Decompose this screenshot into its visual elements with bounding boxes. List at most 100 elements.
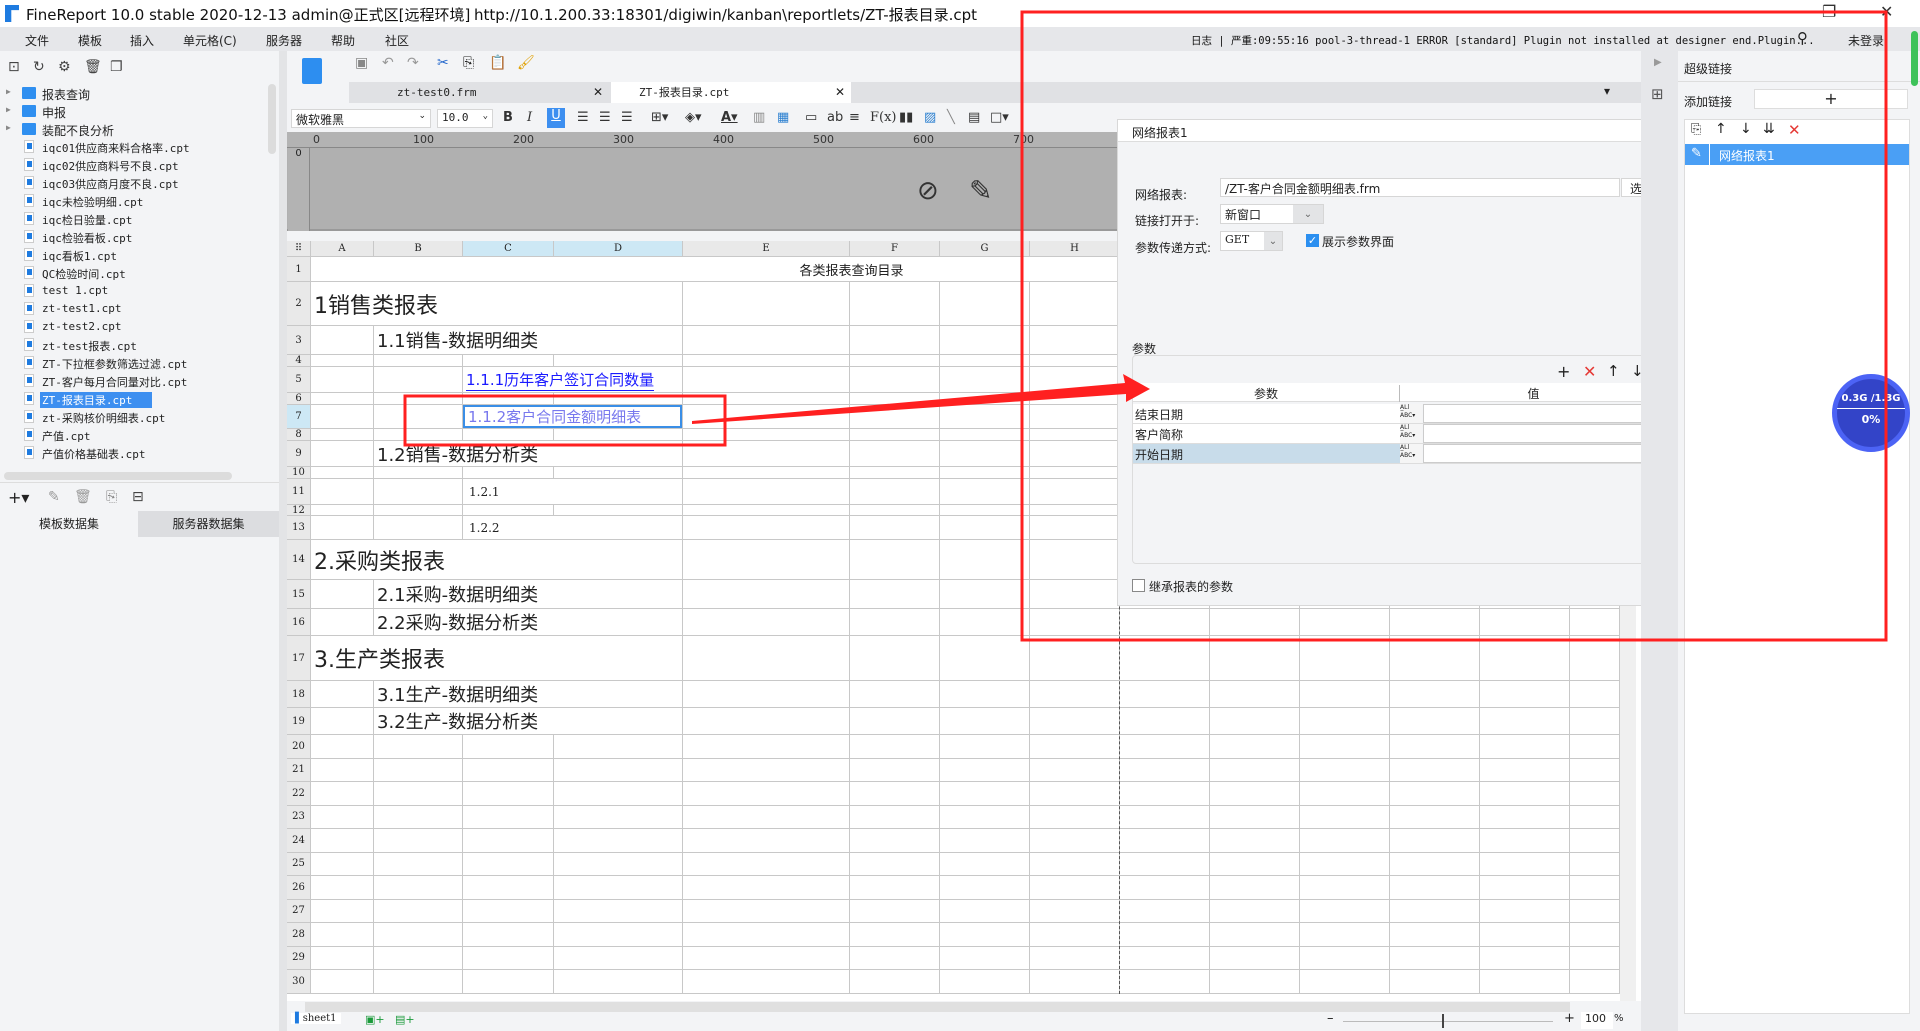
zoom-input[interactable]: 100 xyxy=(1581,1012,1613,1029)
copy-link-icon[interactable]: ⎘ xyxy=(1691,122,1701,137)
row-header[interactable]: 16 xyxy=(287,609,311,636)
column-header[interactable]: A xyxy=(311,241,374,257)
move-up-icon[interactable]: ↑ xyxy=(1715,121,1727,137)
zoom-slider-handle[interactable] xyxy=(1442,1014,1444,1028)
tree-item[interactable]: ZT-下拉框参数筛选过滤.cpt xyxy=(0,354,268,372)
zoom-slider[interactable] xyxy=(1343,1021,1553,1022)
tree-item[interactable]: iqc检验看板.cpt xyxy=(0,228,268,246)
report-cell[interactable]: 2.2采购-数据分析类 xyxy=(374,609,682,635)
zoom-out-button[interactable]: – xyxy=(1327,1011,1334,1026)
report-cell[interactable]: 3.生产类报表 xyxy=(311,636,682,680)
row-header[interactable]: 6 xyxy=(287,393,311,405)
row-header[interactable]: 25 xyxy=(287,852,311,876)
report-cell[interactable]: 1.1销售-数据明细类 xyxy=(374,326,682,354)
report-cell[interactable]: 1销售类报表 xyxy=(311,282,682,325)
edit-pencil-icon[interactable]: ✎ xyxy=(969,174,992,207)
delete-icon[interactable]: 🗑 xyxy=(84,59,102,75)
close-tab-icon[interactable]: ✕ xyxy=(835,82,845,103)
copy-icon[interactable]: ❐ xyxy=(110,59,123,75)
row-header[interactable]: 8 xyxy=(287,429,311,441)
slash-icon[interactable]: ╲ xyxy=(947,110,955,125)
text-field-icon[interactable]: ▭ xyxy=(805,110,817,125)
row-header[interactable]: 26 xyxy=(287,876,311,900)
add-param-icon[interactable]: + xyxy=(1557,362,1570,381)
param-type-icon[interactable]: A̲Ll ABC▾ xyxy=(1400,404,1422,423)
report-cell[interactable]: 3.1生产-数据明细类 xyxy=(374,681,682,707)
row-header[interactable]: 29 xyxy=(287,946,311,970)
hyperlink-item[interactable]: ✎ 网络报表1 xyxy=(1685,144,1909,165)
hyperlink-cell[interactable]: 1.1.2客户合同金额明细表 xyxy=(463,405,682,428)
menu-template[interactable]: 模板 xyxy=(78,32,102,49)
rich-text-icon[interactable]: ≡ xyxy=(849,110,860,125)
login-status[interactable]: 未登录 xyxy=(1848,32,1884,49)
row-header[interactable]: 30 xyxy=(287,970,311,994)
server-dataset-icon[interactable]: ⊟ xyxy=(132,489,144,505)
zoom-in-button[interactable]: + xyxy=(1564,1011,1575,1026)
tree-item[interactable]: ▶ 申报 xyxy=(0,102,268,120)
tree-item[interactable]: 产值价格基础表.cpt xyxy=(0,444,268,462)
tree-item[interactable]: QC检验时间.cpt xyxy=(0,264,268,282)
tab-menu-icon[interactable]: ▾ xyxy=(1604,84,1610,98)
format-painter-icon[interactable]: 🖌 xyxy=(517,55,535,71)
menu-community[interactable]: 社区 xyxy=(385,32,409,49)
param-value-input[interactable] xyxy=(1423,424,1667,443)
tree-item[interactable]: zt-test1.cpt xyxy=(0,300,268,318)
add-link-button[interactable]: + xyxy=(1754,89,1908,109)
save-icon[interactable]: ▣ xyxy=(355,55,368,71)
row-header[interactable]: 10 xyxy=(287,467,311,479)
redo-icon[interactable]: ↷ xyxy=(407,55,419,71)
report-cell[interactable]: 3.2生产-数据分析类 xyxy=(374,708,682,734)
menu-cell[interactable]: 单元格(C) xyxy=(183,32,237,49)
param-name[interactable]: 结束日期 xyxy=(1133,404,1400,423)
tree-item[interactable]: zt-test2.cpt xyxy=(0,318,268,336)
tab-server-dataset[interactable]: 服务器数据集 xyxy=(138,511,279,537)
memory-monitor[interactable]: 0.3G /1.3G 0% xyxy=(1832,374,1910,452)
param-row[interactable]: 开始日期 A̲Ll ABC▾ xyxy=(1133,444,1669,464)
image-icon[interactable]: ▨ xyxy=(924,110,936,125)
row-header[interactable]: 15 xyxy=(287,580,311,609)
expand-arrow-icon[interactable]: ▶ xyxy=(6,87,11,96)
tree-vertical-scrollbar[interactable] xyxy=(268,84,276,154)
column-header[interactable]: E xyxy=(683,241,850,257)
move-up-icon[interactable]: ↑ xyxy=(1607,362,1620,380)
tree-item[interactable]: 产值.cpt xyxy=(0,426,268,444)
pass-method-select[interactable]: GET ⌄ xyxy=(1220,231,1283,251)
close-button[interactable]: ✕ xyxy=(1880,2,1893,21)
row-header[interactable]: 27 xyxy=(287,899,311,923)
minimize-button[interactable]: – xyxy=(1766,2,1774,21)
column-header[interactable]: H xyxy=(1030,241,1120,257)
report-cell[interactable]: 1.2销售-数据分析类 xyxy=(374,441,682,466)
paste-icon[interactable]: 📋 xyxy=(489,55,506,71)
delete-dataset-icon[interactable]: 🗑 xyxy=(74,489,92,505)
row-header[interactable]: 17 xyxy=(287,636,311,681)
row-header[interactable]: 5 xyxy=(287,367,311,393)
add-poly-sheet-icon[interactable]: ▤+ xyxy=(395,1013,415,1026)
report-cell[interactable]: 2.采购类报表 xyxy=(311,540,682,579)
row-header[interactable]: 23 xyxy=(287,805,311,829)
param-row[interactable]: 结束日期 A̲Ll ABC▾ xyxy=(1133,404,1669,424)
menu-file[interactable]: 文件 xyxy=(25,32,49,49)
hide-eye-icon[interactable]: ⊘ xyxy=(917,176,939,206)
tree-item[interactable]: iqc01供应商来料合格率.cpt xyxy=(0,138,268,156)
log-bar[interactable]: 日志 | 严重:09:55:16 pool-3-thread-1 ERROR [… xyxy=(1191,33,1815,48)
search-icon[interactable]: ⚲ xyxy=(1797,29,1808,47)
param-type-icon[interactable]: A̲Ll ABC▾ xyxy=(1400,444,1422,463)
column-header[interactable]: F xyxy=(850,241,940,257)
font-size-select[interactable]: 10.0 ⌄ xyxy=(437,109,493,128)
close-tab-icon[interactable]: ✕ xyxy=(593,82,603,103)
scroll-indicator[interactable] xyxy=(1911,31,1918,86)
split-cells-icon[interactable]: ▦ xyxy=(777,110,789,125)
param-value-input[interactable] xyxy=(1423,444,1667,463)
expand-arrow-icon[interactable]: ▶ xyxy=(6,105,11,114)
tree-item[interactable]: ZT-报表目录.cpt xyxy=(0,390,268,408)
tab-template-dataset[interactable]: 模板数据集 xyxy=(0,511,138,537)
tree-item[interactable]: ZT-客户每月合同量对比.cpt xyxy=(0,372,268,390)
tree-horizontal-scrollbar[interactable] xyxy=(4,472,232,480)
hyperlink-cell[interactable]: 1.1.1历年客户签订合同数量 xyxy=(463,367,682,392)
inherit-params-checkbox[interactable] xyxy=(1132,579,1145,592)
param-name[interactable]: 客户简称 xyxy=(1133,424,1400,443)
refresh-icon[interactable]: ↻ xyxy=(33,59,45,75)
tree-item[interactable]: iqc看板1.cpt xyxy=(0,246,268,264)
row-header[interactable]: 20 xyxy=(287,735,311,759)
panel-splitter[interactable] xyxy=(279,51,287,1031)
